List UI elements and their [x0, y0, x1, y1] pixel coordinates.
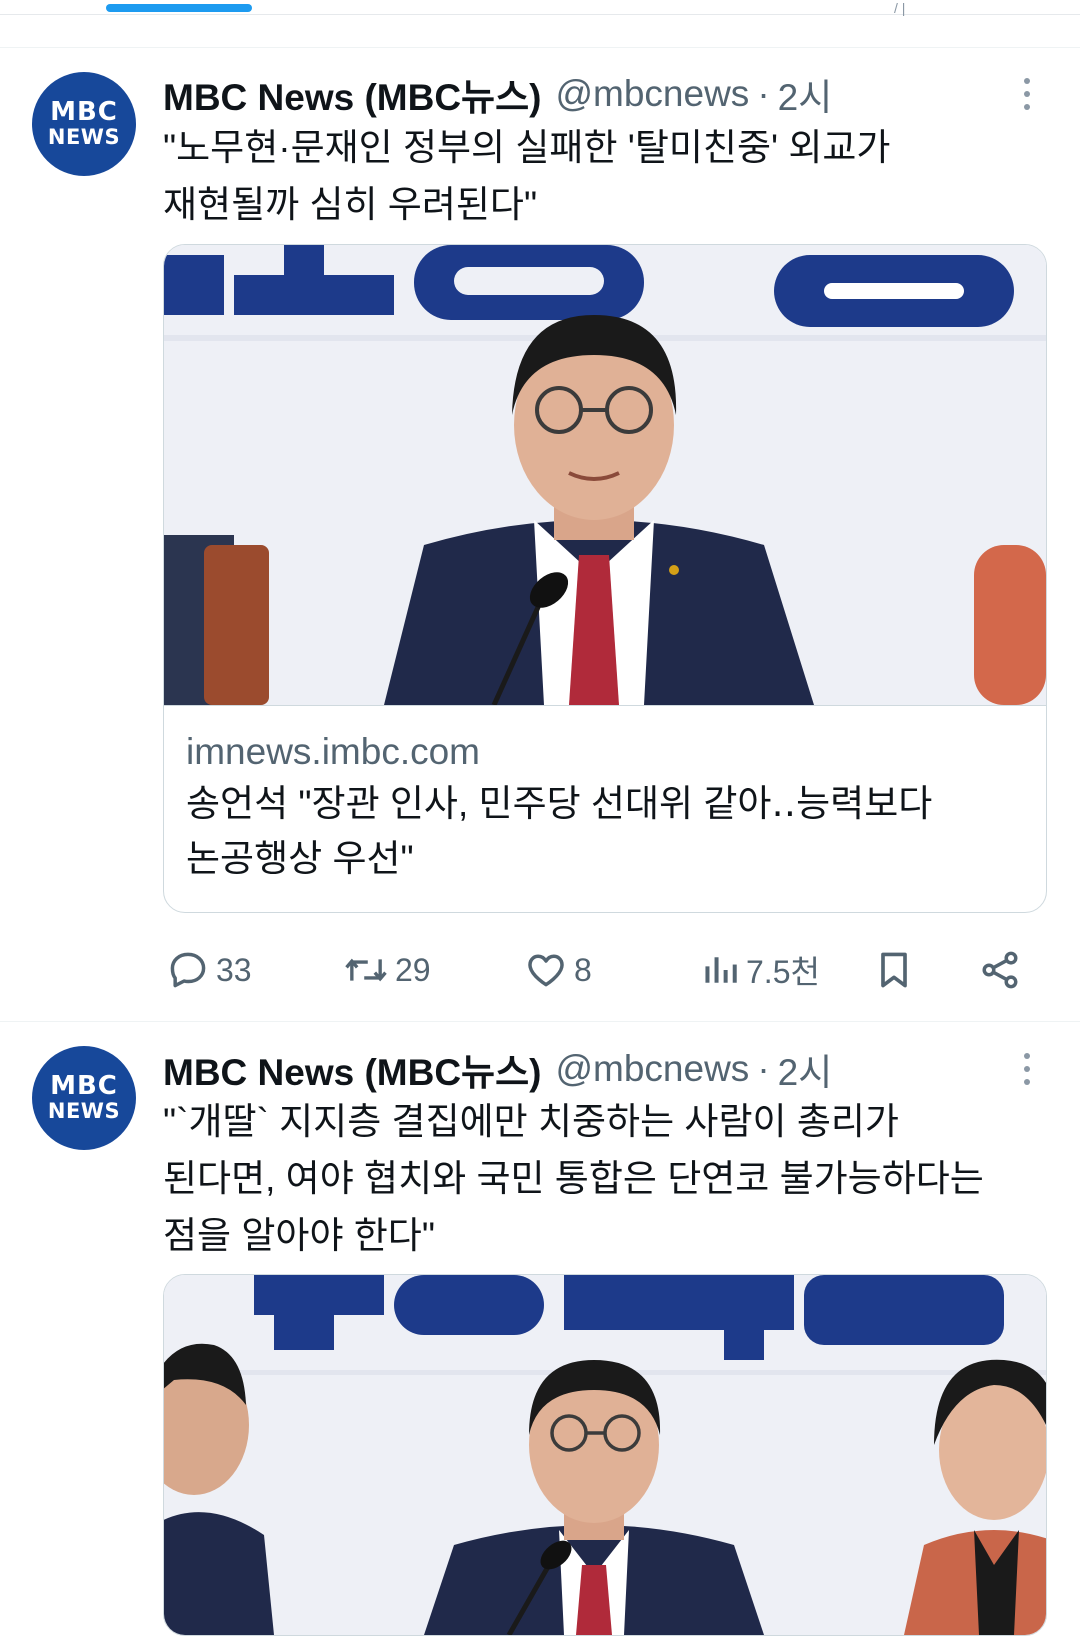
active-tab-indicator[interactable]: [106, 4, 252, 12]
avatar-logo-line2: NEWS: [47, 1099, 121, 1123]
tweet-text: "`개딸` 지지층 결집에만 치중하는 사람이 총리가 된다면, 여야 협치와 …: [163, 1093, 1053, 1264]
avatar[interactable]: MBC NEWS: [32, 72, 136, 176]
tweet-header: MBC News (MBC뉴스) @mbcnews · 2시: [163, 72, 832, 118]
avatar-logo-line2: NEWS: [47, 125, 121, 149]
tweet-header: MBC News (MBC뉴스) @mbcnews · 2시: [163, 1047, 832, 1093]
topbar-ghost-text: / |: [894, 0, 906, 16]
link-card[interactable]: imnews.imbc.com 송언석 "장관 인사, 민주당 선대위 같아‥능…: [163, 244, 1047, 913]
reply-icon: [170, 952, 206, 988]
tweet-timestamp[interactable]: 2시: [778, 67, 833, 121]
card-title-line: 논공행상 우선": [186, 838, 414, 879]
share-button[interactable]: [978, 942, 1022, 998]
bookmark-icon: [881, 952, 907, 988]
author-handle[interactable]: @mbcnews: [555, 73, 749, 115]
tweet-text-line: 된다면, 여야 협치와 국민 통합은 단연코 불가능하다는: [163, 1158, 984, 1199]
top-tab-bar: / |: [0, 0, 1080, 16]
views-chart-icon: [705, 957, 737, 983]
tweet-text-line: 점을 알아야 한다": [163, 1215, 435, 1256]
card-title-line: 송언석 "장관 인사, 민주당 선대위 같아‥능력보다: [186, 783, 933, 824]
bookmark-button[interactable]: [872, 942, 916, 998]
header-separator: ·: [757, 73, 770, 114]
tweet-text: "노무현·문재인 정부의 실패한 '탈미친중' 외교가 재현될까 심히 우려된다…: [163, 119, 1053, 233]
photo-party-meeting-icon: [164, 1275, 1046, 1635]
card-image[interactable]: [164, 1275, 1046, 1635]
author-handle[interactable]: @mbcnews: [555, 1048, 749, 1090]
like-button[interactable]: 8: [524, 942, 592, 998]
share-icon: [982, 951, 1018, 989]
tweet-text-line: "노무현·문재인 정부의 실패한 '탈미친중' 외교가: [163, 127, 891, 168]
photo-politician-at-microphone-icon: [164, 245, 1046, 705]
reply-button[interactable]: 33: [166, 942, 252, 998]
tweet-divider: [0, 1021, 1080, 1022]
views-count: 7.5천: [746, 954, 820, 990]
reply-count: 33: [216, 951, 252, 988]
tweet-timestamp[interactable]: 2시: [778, 1042, 833, 1096]
more-options-icon[interactable]: [1012, 72, 1042, 116]
heart-icon: [528, 954, 564, 987]
tweet-text-line: "`개딸` 지지층 결집에만 치중하는 사람이 총리가: [163, 1101, 899, 1142]
card-domain: imnews.imbc.com: [186, 731, 480, 772]
avatar-logo-line1: MBC: [50, 97, 118, 127]
card-image[interactable]: [164, 245, 1046, 705]
views-button[interactable]: 7.5천: [700, 942, 820, 998]
section-divider: [0, 47, 1080, 48]
avatar[interactable]: MBC NEWS: [32, 1046, 136, 1150]
retweet-icon: [345, 958, 387, 982]
author-name[interactable]: MBC News (MBC뉴스): [163, 67, 541, 121]
author-name[interactable]: MBC News (MBC뉴스): [163, 1042, 541, 1096]
like-count: 8: [574, 951, 592, 988]
link-card[interactable]: [163, 1274, 1047, 1636]
retweet-count: 29: [395, 951, 431, 988]
card-body[interactable]: imnews.imbc.com 송언석 "장관 인사, 민주당 선대위 같아‥능…: [164, 705, 1046, 912]
card-title: 송언석 "장관 인사, 민주당 선대위 같아‥능력보다 논공행상 우선": [186, 776, 1024, 886]
retweet-button[interactable]: 29: [343, 942, 431, 998]
header-separator: ·: [757, 1048, 770, 1089]
tweet-actions: 33 29 8 7.5천: [0, 942, 1080, 998]
more-options-icon[interactable]: [1012, 1047, 1042, 1091]
tweet-text-line: 재현될까 심히 우려된다": [163, 184, 538, 225]
avatar-logo-line1: MBC: [50, 1071, 118, 1101]
